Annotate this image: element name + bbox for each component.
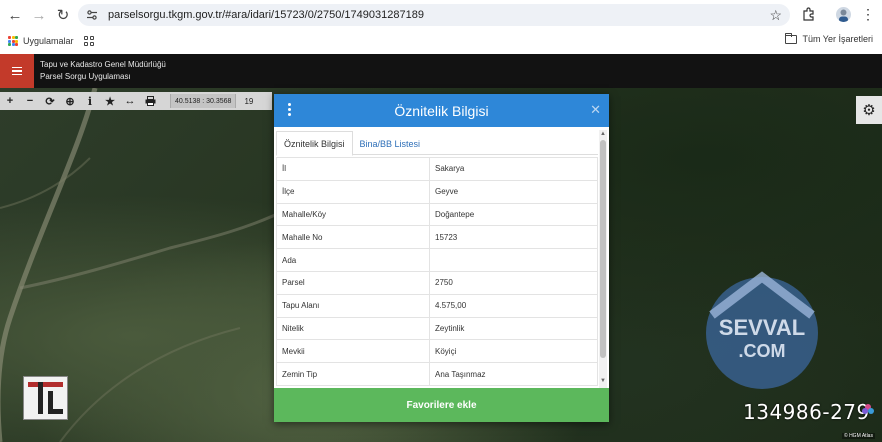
attribute-value: Doğantepe bbox=[429, 202, 598, 227]
zoom-level: 19 bbox=[244, 96, 254, 106]
attribute-key: Mahalle No bbox=[276, 225, 430, 250]
table-row: Tapu Alanı 4.575,00 bbox=[276, 293, 598, 318]
attribute-key: Mevkii bbox=[276, 339, 430, 364]
profile-avatar[interactable] bbox=[836, 7, 851, 22]
scrollbar-thumb[interactable] bbox=[600, 140, 606, 358]
address-url[interactable]: parselsorgu.tkgm.gov.tr/#ara/idari/15723… bbox=[108, 9, 424, 21]
coordinates-readout: 40.5138 : 30.3568 bbox=[170, 94, 237, 108]
scroll-down-icon[interactable]: ▼ bbox=[600, 378, 606, 384]
flower-badge-icon bbox=[860, 402, 876, 418]
attribute-table: İl Sakarya İlçe Geyve Mahalle/Köy Doğantepe Ma… bbox=[276, 157, 598, 386]
table-row: Zemin Tip Ana Taşınmaz bbox=[276, 362, 598, 386]
app-title-line1: Tapu ve Kadastro Genel Müdürlüğü bbox=[40, 60, 166, 69]
plus-icon[interactable]: + bbox=[0, 92, 20, 110]
attribute-value: Sakarya bbox=[429, 157, 598, 181]
dialog-title: Öznitelik Bilgisi bbox=[394, 103, 489, 119]
attribute-value: Ana Taşınmaz bbox=[429, 362, 598, 386]
site-settings-icon[interactable] bbox=[84, 7, 100, 23]
table-row: Mahalle No 15723 bbox=[276, 225, 598, 250]
dialog-scrollbar[interactable]: ▲ ▼ bbox=[599, 130, 607, 388]
minus-icon[interactable]: − bbox=[20, 92, 40, 110]
app-header: Tapu ve Kadastro Genel Müdürlüğü Parsel … bbox=[0, 54, 882, 88]
dialog-tabs: Öznitelik Bilgisi Bina/BB Listesi bbox=[276, 131, 598, 156]
bookmarks-bar: Uygulamalar Tüm Yer İşaretleri bbox=[0, 30, 882, 52]
attribute-dialog: Öznitelik Bilgisi ✕ Öznitelik Bilgisi Bi… bbox=[274, 94, 609, 422]
map-toolbar: + − ⟳ ⊕ i ★ ↔ 40.5138 : 30.3568 19 bbox=[0, 92, 272, 110]
browser-chrome: ← → ↻ parselsorgu.tkgm.gov.tr/#ara/idari… bbox=[0, 0, 882, 54]
attribute-key: Parsel bbox=[276, 270, 430, 295]
attribute-value: Geyve bbox=[429, 179, 598, 204]
attribute-key: Nitelik bbox=[276, 316, 430, 341]
app-title: Tapu ve Kadastro Genel Müdürlüğü Parsel … bbox=[40, 59, 166, 83]
app-title-line2: Parsel Sorgu Uygulaması bbox=[40, 72, 131, 81]
print-icon[interactable] bbox=[140, 92, 160, 110]
sevval-watermark-logo: SEVVAL .COM bbox=[700, 265, 830, 395]
tab-building-list[interactable]: Bina/BB Listesi bbox=[353, 131, 428, 156]
bookmark-star-icon[interactable]: ☆ bbox=[769, 7, 782, 24]
close-icon[interactable]: ✕ bbox=[590, 102, 601, 118]
tl-logo bbox=[23, 376, 68, 420]
hamburger-menu-icon[interactable] bbox=[0, 54, 34, 88]
star-icon[interactable]: ★ bbox=[100, 92, 120, 110]
table-row: Parsel 2750 bbox=[276, 270, 598, 295]
attribute-key: İl bbox=[276, 157, 430, 181]
table-row: Nitelik Zeytinlik bbox=[276, 316, 598, 341]
back-icon[interactable]: ← bbox=[3, 3, 27, 27]
extensions-icon[interactable] bbox=[800, 5, 818, 23]
attribute-value: Köyiçi bbox=[429, 339, 598, 364]
apps-icon[interactable] bbox=[8, 36, 18, 46]
forward-icon[interactable]: → bbox=[27, 3, 51, 27]
table-row: Ada bbox=[276, 248, 598, 272]
map-attribution: © HGM Atlas bbox=[842, 433, 875, 439]
attribute-key: Zemin Tip bbox=[276, 362, 430, 386]
address-bar[interactable]: parselsorgu.tkgm.gov.tr/#ara/idari/15723… bbox=[78, 4, 790, 26]
listing-number: 134986-279 bbox=[743, 400, 870, 424]
browser-menu-icon[interactable]: ⋮ bbox=[861, 6, 875, 23]
table-row: İl Sakarya bbox=[276, 157, 598, 181]
measure-icon[interactable]: ↔ bbox=[120, 92, 140, 110]
settings-gear-icon[interactable]: ⚙ bbox=[856, 96, 882, 124]
tab-attribute-info[interactable]: Öznitelik Bilgisi bbox=[276, 131, 353, 156]
reload-icon[interactable]: ↻ bbox=[51, 3, 75, 27]
attribute-value: 4.575,00 bbox=[429, 293, 598, 318]
table-row: Mahalle/Köy Doğantepe bbox=[276, 202, 598, 227]
add-favorite-button[interactable]: Favorilere ekle bbox=[274, 388, 609, 422]
attribute-key: Ada bbox=[276, 248, 430, 272]
tab-groups-icon[interactable] bbox=[83, 36, 94, 46]
attribute-value: 15723 bbox=[429, 225, 598, 250]
table-row: İlçe Geyve bbox=[276, 179, 598, 204]
attribute-value bbox=[429, 248, 598, 272]
attribute-key: Mahalle/Köy bbox=[276, 202, 430, 227]
svg-text:SEVVAL: SEVVAL bbox=[719, 315, 805, 340]
bookmark-apps-label[interactable]: Uygulamalar bbox=[23, 36, 74, 46]
scroll-up-icon[interactable]: ▲ bbox=[600, 131, 606, 137]
attribute-value: 2750 bbox=[429, 270, 598, 295]
all-bookmarks-label: Tüm Yer İşaretleri bbox=[802, 34, 873, 44]
attribute-value: Zeytinlik bbox=[429, 316, 598, 341]
refresh-icon[interactable]: ⟳ bbox=[40, 92, 60, 110]
svg-text:.COM: .COM bbox=[739, 341, 786, 361]
locate-icon[interactable]: ⊕ bbox=[60, 92, 80, 110]
table-row: Mevkii Köyiçi bbox=[276, 339, 598, 364]
attribute-key: İlçe bbox=[276, 179, 430, 204]
dialog-header: Öznitelik Bilgisi ✕ bbox=[274, 94, 609, 127]
all-bookmarks[interactable]: Tüm Yer İşaretleri bbox=[785, 32, 873, 44]
folder-icon bbox=[785, 32, 798, 44]
attribute-key: Tapu Alanı bbox=[276, 293, 430, 318]
info-icon[interactable]: i bbox=[80, 92, 100, 110]
